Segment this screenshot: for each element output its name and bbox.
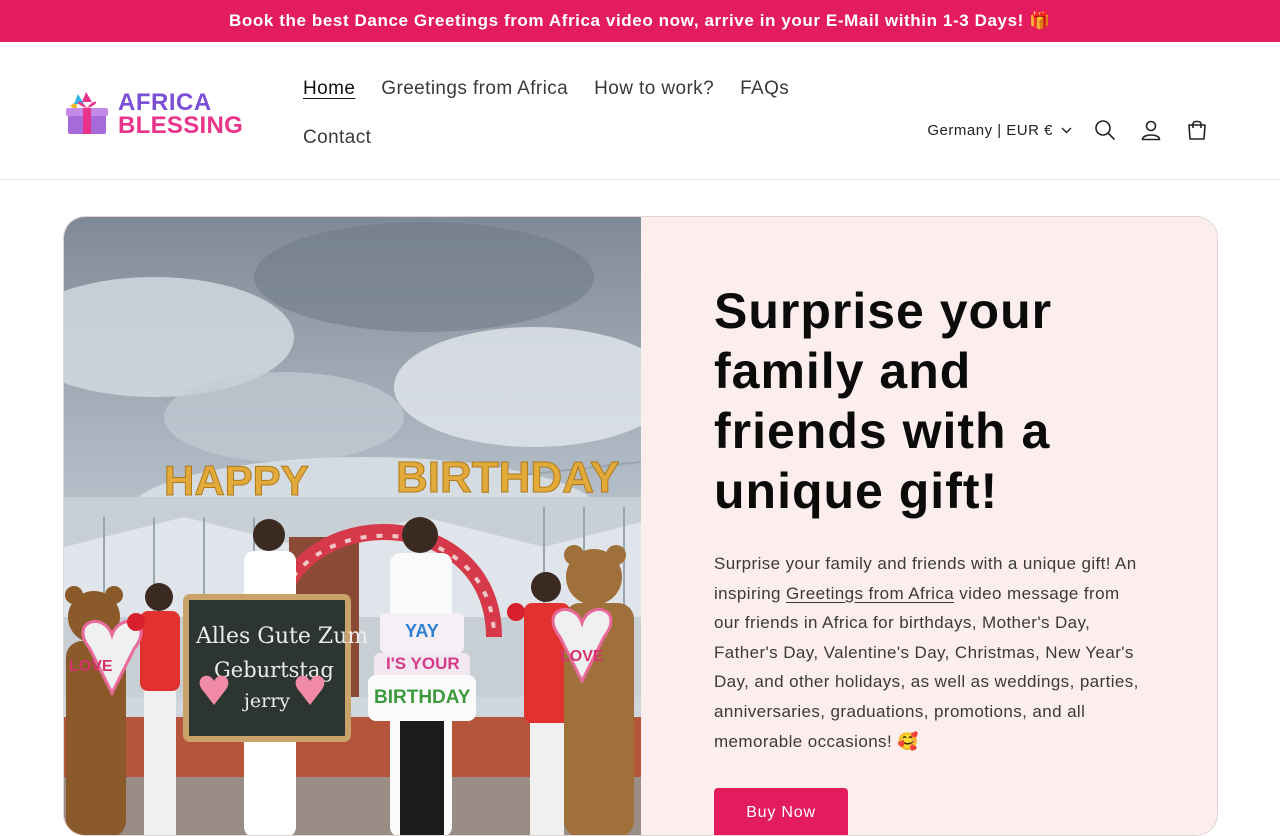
love-right-text: LOVE	[560, 648, 604, 665]
birthday-celebration-photo: HAPPY BIRTHDAY Alles Gute Zum Geburtstag…	[64, 217, 641, 835]
chevron-down-icon	[1061, 127, 1072, 133]
announcement-bar: Book the best Dance Greetings from Afric…	[0, 0, 1280, 42]
love-left-text: LOVE	[69, 658, 113, 675]
hero-description: Surprise your family and friends with a …	[714, 549, 1143, 756]
account-button[interactable]	[1128, 107, 1174, 153]
gift-logo-icon	[66, 92, 108, 134]
user-icon	[1141, 120, 1161, 141]
cake-line-1: YAY	[405, 621, 439, 641]
logo-graphic: AFRICA BLESSING	[66, 89, 243, 136]
logo-word-blessing: BLESSING	[118, 112, 243, 136]
hero-title: Surprise your family and friends with a …	[714, 283, 1053, 519]
board-line-3: jerry	[242, 690, 290, 712]
site-logo[interactable]: AFRICA BLESSING	[64, 86, 260, 136]
nav-contact[interactable]: Contact	[290, 113, 384, 162]
cart-button[interactable]	[1174, 107, 1220, 153]
site-header: AFRICA BLESSING Home Greetings from Afri…	[0, 42, 1280, 180]
announcement-text: Book the best Dance Greetings from Afric…	[229, 11, 1051, 30]
hero-image: HAPPY BIRTHDAY Alles Gute Zum Geburtstag…	[64, 217, 641, 835]
greetings-from-africa-link[interactable]: Greetings from Africa	[786, 584, 954, 603]
nav-faqs[interactable]: FAQs	[727, 64, 802, 113]
hero-banner: HAPPY BIRTHDAY Alles Gute Zum Geburtstag…	[63, 216, 1218, 836]
birthday-balloon-text: BIRTHDAY	[396, 453, 619, 502]
board-line-1: Alles Gute Zum	[195, 624, 368, 649]
hero-description-rest: video message from our friends in Africa…	[714, 583, 1139, 751]
localization-label: Germany | EUR €	[927, 121, 1053, 139]
nav-greetings-from-africa[interactable]: Greetings from Africa	[368, 64, 581, 113]
search-button[interactable]	[1082, 107, 1128, 153]
hero-content: Surprise your family and friends with a …	[641, 217, 1217, 835]
main-nav: Home Greetings from Africa How to work? …	[290, 64, 850, 162]
happy-balloon-text: HAPPY	[164, 457, 309, 504]
buy-now-button[interactable]: Buy Now	[714, 788, 848, 835]
cake-line-2: I'S YOUR	[386, 654, 460, 673]
nav-how-to-work[interactable]: How to work?	[581, 64, 727, 113]
country-currency-selector[interactable]: Germany | EUR €	[927, 122, 1072, 139]
cake-line-3: BIRTHDAY	[374, 687, 471, 708]
header-actions: Germany | EUR €	[927, 107, 1220, 153]
shopping-bag-icon	[1188, 120, 1206, 140]
search-icon	[1095, 120, 1115, 140]
nav-home[interactable]: Home	[290, 64, 368, 113]
